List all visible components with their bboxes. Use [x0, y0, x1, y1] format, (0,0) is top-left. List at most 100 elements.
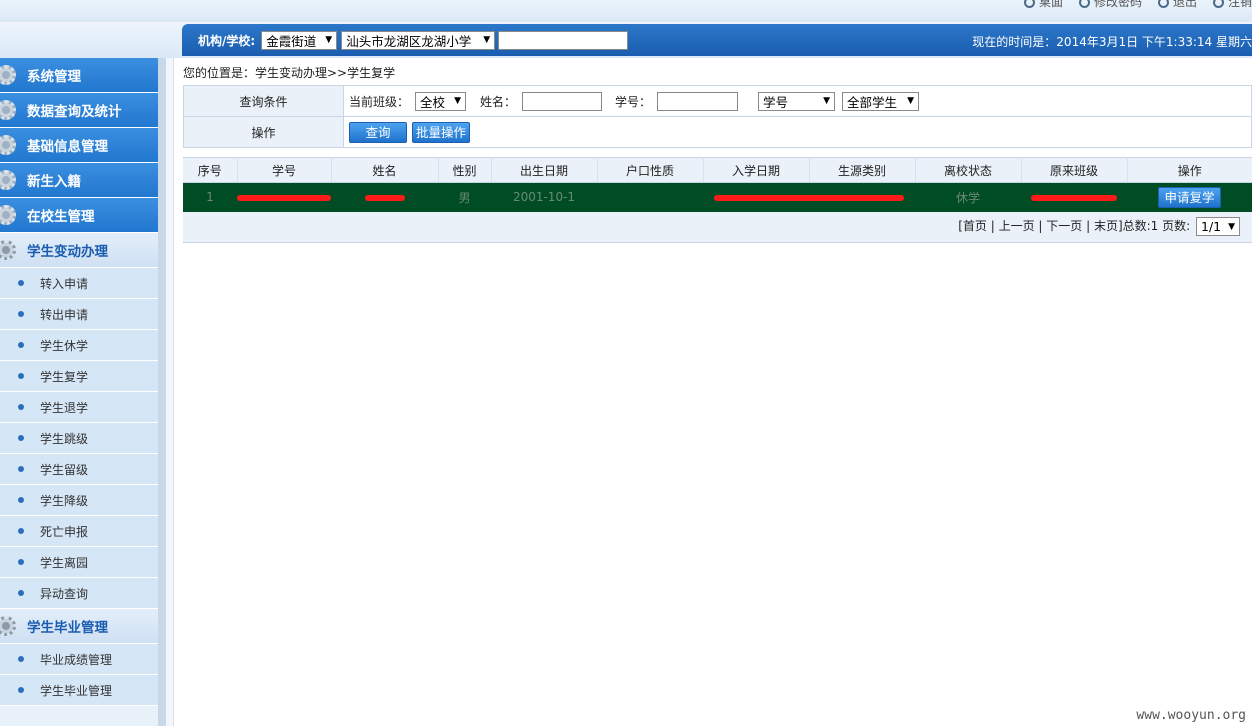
content-divider	[166, 58, 174, 726]
student-id-input[interactable]	[657, 91, 739, 111]
pager-links[interactable]: [首页 | 上一页 | 下一页 | 末页]总数:1 页数:	[958, 219, 1190, 233]
menu-group-basic-info[interactable]: 基础信息管理	[0, 128, 158, 163]
sidebar-item-leave-kindergarten[interactable]: 学生离园	[0, 547, 158, 578]
clock-text: 现在的时间是：2014年3月1日 下午1:33:14 星期六	[972, 35, 1252, 49]
sidebar-item-grad-scores[interactable]: 毕业成绩管理	[0, 644, 158, 675]
column-header[interactable]: 姓名	[331, 157, 439, 183]
apply-resume-button[interactable]: 申请复学	[1158, 186, 1221, 208]
power-icon	[1157, 0, 1169, 8]
operation-label: 操作	[183, 116, 344, 148]
bullet-icon	[18, 373, 24, 379]
cell-name-redacted	[331, 182, 438, 212]
cell-no: 1	[183, 182, 237, 212]
class-label: 当前班级：	[349, 94, 410, 109]
menu-group-system[interactable]: 系统管理	[0, 58, 158, 93]
street-select[interactable]: 金霞街道 ▼	[261, 30, 338, 50]
bullet-icon	[18, 590, 24, 596]
query-conditions: 当前班级： 全校 ▼ 姓名： 学号： 学号 ▼ 全部学生 ▼	[344, 91, 1251, 111]
sidebar-item-suspend[interactable]: 学生休学	[0, 330, 158, 361]
top-link-password[interactable]: 修改密码	[1078, 0, 1142, 10]
bullet-icon	[18, 466, 24, 472]
table-row[interactable]: 1 男 2001-10-1 休学 申请复学	[183, 182, 1252, 212]
menu-group-enrolled[interactable]: 在校生管理	[0, 198, 158, 233]
bullet-icon	[18, 687, 24, 693]
cell-gender: 男	[438, 182, 491, 212]
sidebar-item-downgrade[interactable]: 学生降级	[0, 485, 158, 516]
column-header[interactable]: 原来班级	[1021, 157, 1128, 183]
student-table: 序号 学号 姓名 性别 出生日期 户口性质 入学日期 生源类别 离校状态 原来班…	[183, 157, 1252, 243]
org-search-input[interactable]	[498, 30, 629, 50]
column-header[interactable]: 操作	[1127, 157, 1252, 183]
page-select[interactable]: 1/1 ▼	[1196, 217, 1240, 237]
dropdown-arrow-icon: ▼	[1228, 221, 1235, 232]
sidebar-item-death-report[interactable]: 死亡申报	[0, 516, 158, 547]
menu-group-query[interactable]: 数据查询及统计	[0, 93, 158, 128]
redaction-mark	[714, 194, 904, 201]
sidebar-item-repeat-grade[interactable]: 学生留级	[0, 454, 158, 485]
batch-operation-button[interactable]: 批量操作	[412, 121, 470, 143]
cell-leave-status: 休学	[915, 182, 1021, 212]
pager-row: [首页 | 上一页 | 下一页 | 末页]总数:1 页数: 1/1 ▼	[183, 211, 1252, 243]
logout-icon	[1212, 0, 1224, 8]
operation-buttons: 查询 批量操作	[344, 121, 1251, 143]
redaction-mark	[237, 194, 331, 201]
sidebar-item-transfer-in[interactable]: 转入申请	[0, 268, 158, 299]
bullet-icon	[18, 404, 24, 410]
top-link-desktop[interactable]: 桌面	[1023, 0, 1063, 10]
key-icon	[1078, 0, 1090, 8]
cell-birth-date: 2001-10-1	[491, 182, 597, 212]
bullet-icon	[18, 528, 24, 534]
column-header[interactable]: 出生日期	[491, 157, 598, 183]
query-button[interactable]: 查询	[349, 121, 407, 143]
bullet-icon	[18, 497, 24, 503]
sidebar-item-change-query[interactable]: 异动查询	[0, 578, 158, 609]
cell-hukou	[597, 182, 703, 212]
app-window: 桌面 修改密码 退出 注销 机构/学校: 金霞街道 ▼ 汕头市龙湖区龙湖小学 ▼ 现…	[0, 0, 1252, 726]
cell-entry-source-redacted	[703, 182, 915, 212]
sidebar-item-grad-manage[interactable]: 学生毕业管理	[0, 675, 158, 706]
gear-icon	[0, 240, 16, 260]
org-label: 机构/学校:	[198, 33, 256, 48]
column-header[interactable]: 性别	[438, 157, 492, 183]
bullet-icon	[18, 280, 24, 286]
sidebar-item-withdraw[interactable]: 学生退学	[0, 392, 158, 423]
watermark: www.wooyun.org	[1136, 708, 1246, 723]
sidebar-item-skip-grade[interactable]: 学生跳级	[0, 423, 158, 454]
redaction-mark	[364, 194, 405, 201]
menu-group-graduation[interactable]: 学生毕业管理	[0, 609, 158, 644]
column-header[interactable]: 离校状态	[915, 157, 1022, 183]
query-panel: 查询条件 当前班级： 全校 ▼ 姓名： 学号： 学号 ▼ 全部学生 ▼ 操作 查…	[183, 85, 1252, 148]
column-header[interactable]: 入学日期	[703, 157, 810, 183]
column-header[interactable]: 学号	[237, 157, 332, 183]
cell-original-class-redacted	[1021, 182, 1127, 212]
menu-group-new-students[interactable]: 新生入籍	[0, 163, 158, 198]
menu-group-student-change[interactable]: 学生变动办理	[0, 233, 158, 268]
dropdown-arrow-icon: ▼	[454, 96, 462, 106]
column-header[interactable]: 序号	[183, 157, 238, 183]
top-banner: 桌面 修改密码 退出 注销	[0, 0, 1252, 22]
gear-icon	[0, 135, 16, 155]
gear-icon	[0, 205, 16, 225]
cell-student-id-redacted	[237, 182, 331, 212]
student-id-label: 学号：	[615, 94, 652, 109]
bullet-icon	[18, 311, 24, 317]
class-select[interactable]: 全校 ▼	[415, 91, 467, 111]
column-header[interactable]: 生源类别	[809, 157, 916, 183]
top-link-exit[interactable]: 退出	[1157, 0, 1197, 10]
top-links: 桌面 修改密码 退出 注销	[1023, 0, 1252, 10]
scope-select[interactable]: 全部学生 ▼	[842, 91, 920, 111]
dropdown-arrow-icon: ▼	[907, 96, 915, 106]
gear-icon	[0, 65, 16, 85]
sidebar-item-resume[interactable]: 学生复学	[0, 361, 158, 392]
school-select[interactable]: 汕头市龙湖区龙湖小学 ▼	[341, 30, 496, 50]
bullet-icon	[18, 656, 24, 662]
column-header[interactable]: 户口性质	[597, 157, 704, 183]
sort-select[interactable]: 学号 ▼	[758, 91, 836, 111]
sidebar-splitter	[158, 58, 173, 726]
top-link-logout[interactable]: 注销	[1212, 0, 1252, 10]
sidebar: 系统管理 数据查询及统计 基础信息管理 新生入籍 在校生管理 学生变动办理 转入…	[0, 58, 158, 726]
table-header: 序号 学号 姓名 性别 出生日期 户口性质 入学日期 生源类别 离校状态 原来班…	[183, 157, 1252, 183]
name-input[interactable]	[522, 91, 603, 111]
dropdown-arrow-icon: ▼	[325, 35, 333, 45]
sidebar-item-transfer-out[interactable]: 转出申请	[0, 299, 158, 330]
